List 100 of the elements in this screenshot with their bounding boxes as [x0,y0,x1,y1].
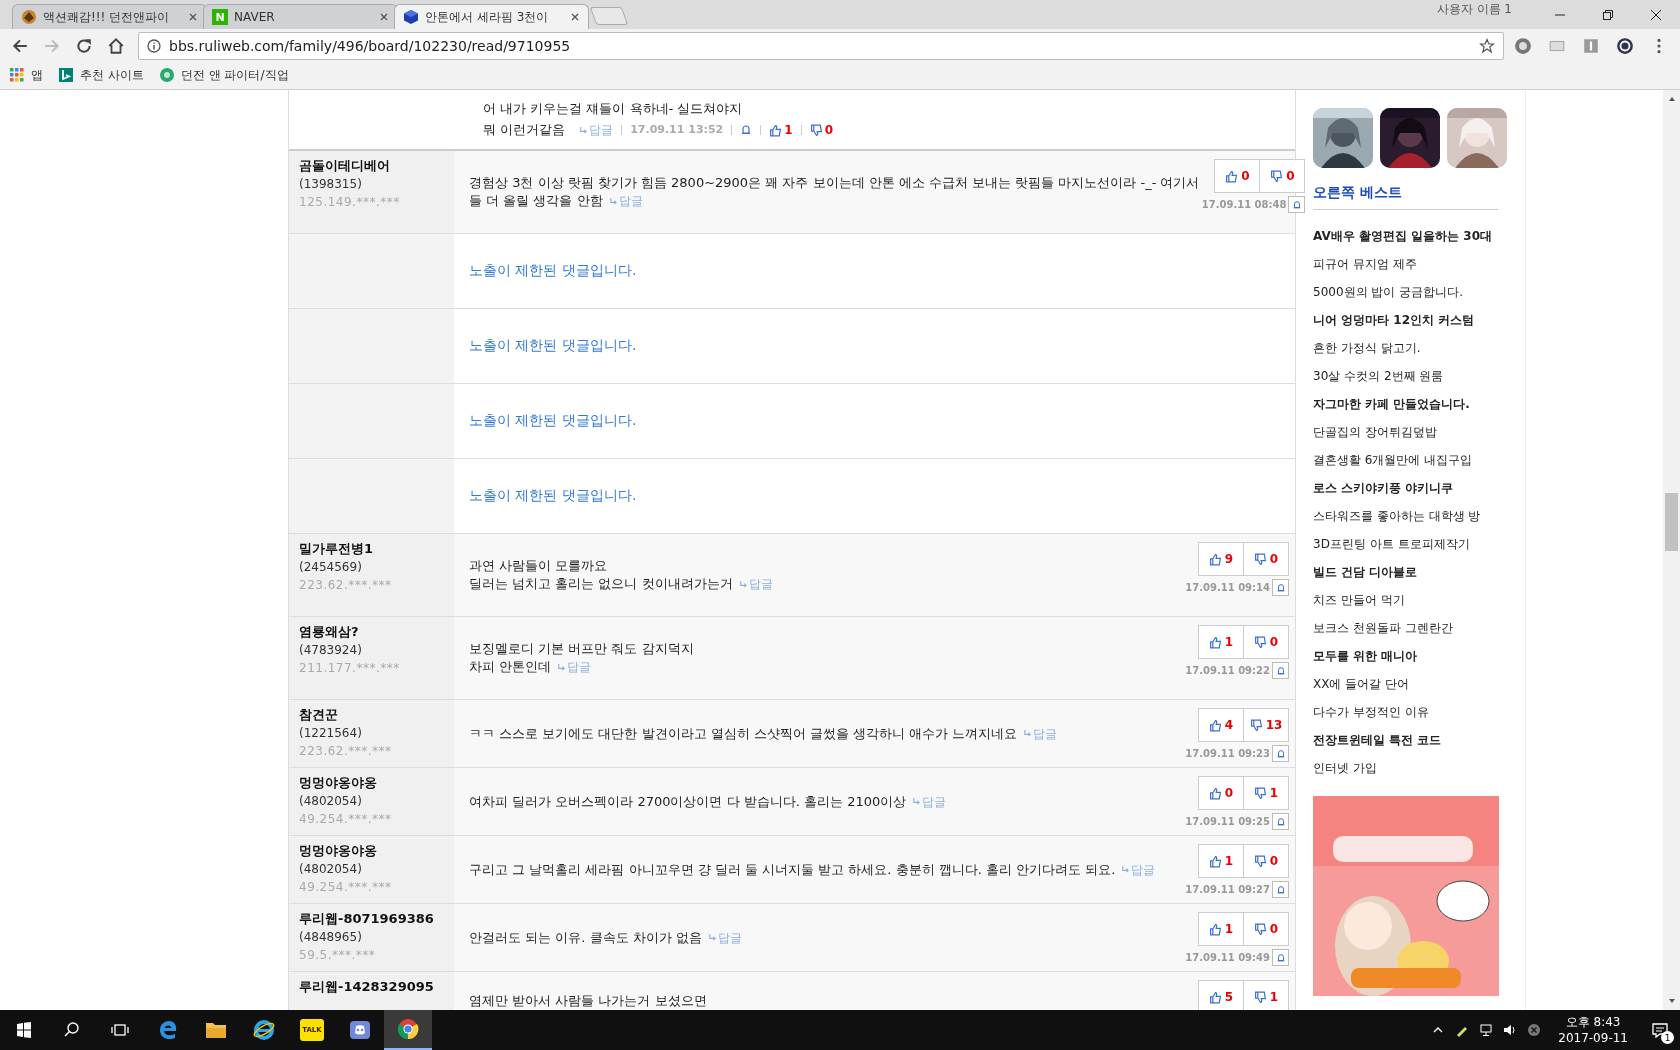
scrollbar-thumb[interactable] [1665,493,1678,551]
report-button[interactable] [1272,579,1289,596]
address-bar[interactable]: bbs.ruliweb.com/family/496/board/102230/read/9710955 [138,32,1504,60]
author-name[interactable]: 멍멍야옹야옹 [299,774,444,792]
comment-text: 차피 안톤인데 [469,658,552,676]
back-icon[interactable] [11,37,29,55]
comment-text: 여차피 딜러가 오버스펙이라 2700이상이면 다 받습니다. 홀리는 2100이상 [469,792,907,811]
best-post-link[interactable]: 모두를 위한 매니아 [1313,642,1525,670]
best-post-link[interactable]: 스타워즈를 좋아하는 대학생 방 [1313,502,1525,530]
report-button[interactable] [1272,745,1289,762]
best-post-link[interactable]: 자그마한 카페 만들었습니다. [1313,390,1525,418]
thumbs-down-icon [1253,854,1267,868]
best-post-link[interactable]: 니어 엉덩마타 12인치 커스텀 [1313,306,1525,334]
comment-date: 17.09.11 09:14 [1185,582,1270,593]
best-post-link[interactable]: 30살 수컷의 2번째 원룸 [1313,362,1525,390]
author-name[interactable]: 밀가루전병1 [299,540,444,558]
reply-arrow-icon [707,933,717,942]
reply-arrow-icon [1023,729,1033,738]
browser-tab[interactable]: 안톤에서 세라핌 3천이 [394,4,589,29]
best-post-link[interactable]: 단골집의 장어튀김덮밥 [1313,418,1525,446]
home-icon[interactable] [107,37,125,55]
browser-tab[interactable]: N NAVER [203,4,398,29]
best-post-link[interactable]: 5000원의 밥이 궁금합니다. [1313,278,1525,306]
notification-icon[interactable] [1651,1021,1669,1039]
report-button[interactable] [1272,881,1289,898]
comment-date: 17.09.11 09:49 [1185,952,1270,963]
best-post-link[interactable]: XX에 들어갈 단어 [1313,670,1525,698]
bing-icon[interactable] [59,68,73,82]
upvote-button[interactable]: 1 [1198,844,1244,878]
upvote-button[interactable]: 1 [769,121,793,139]
downvote-button[interactable]: 0 [1243,912,1289,946]
best-post-link[interactable]: 빌드 건담 디아블로 [1313,558,1525,586]
bookmark-link[interactable]: 앱 [31,66,43,84]
author-name[interactable]: 염룡왜삼? [299,623,444,641]
info-icon[interactable] [147,39,161,53]
bookmark-link[interactable]: 추천 사이트 [80,66,144,84]
restore-icon[interactable] [1602,8,1614,21]
downvote-button[interactable]: 0 [809,121,833,139]
best-post-link[interactable]: 치즈 만들어 먹기 [1313,586,1525,614]
downvote-button[interactable]: 0 [1243,844,1289,878]
user-name[interactable]: 사용자 이름 1 [1436,1,1512,18]
author-name[interactable]: 참견꾼 [299,706,444,724]
taskbar-app[interactable] [384,1010,432,1050]
windows-icon[interactable] [14,1020,34,1040]
best-post-link[interactable]: 전장트윈테일 특전 코드 [1313,726,1525,754]
extension-icon[interactable] [1616,37,1634,55]
volume-icon[interactable] [1503,1023,1518,1037]
report-button[interactable] [1272,662,1289,679]
best-post-link[interactable]: 흔한 가정식 닭고기. [1313,334,1525,362]
downvote-button[interactable]: 13 [1243,708,1289,742]
member-number: (1221564) [299,725,363,742]
upvote-button[interactable]: 5 [1198,980,1244,1010]
apps-grid-icon[interactable] [10,68,24,82]
upvote-button[interactable]: 1 [1198,912,1244,946]
url-text: bbs.ruliweb.com/family/496/board/102230/read/9710955 [169,38,571,54]
best-post-link[interactable]: 3D프린팅 아트 트로피제작기 [1313,530,1525,558]
bell-icon [1275,665,1286,676]
author-name[interactable]: 루리웹-8071969386 [299,910,444,928]
clock-time[interactable]: 오후 8:43 [1565,1014,1621,1030]
report-button[interactable] [1272,813,1289,830]
best-post-link[interactable]: 로스 스키야키풍 야키니쿠 [1313,474,1525,502]
best-post-link[interactable]: AV배우 촬영편집 일을하는 30대 [1313,222,1525,250]
best-post-link[interactable]: 보크스 천원돌파 그렌란간 [1313,614,1525,642]
close-circle-icon[interactable] [1527,1023,1542,1037]
report-button[interactable] [1288,196,1306,213]
naver-icon: N [212,9,228,25]
upvote-button[interactable]: 0 [1214,159,1261,193]
best-post-link[interactable]: 인터넷 가입 [1313,754,1525,782]
thumbs-up-icon [1208,718,1222,732]
reload-icon[interactable] [75,37,93,55]
report-button[interactable] [1272,949,1289,966]
author-name[interactable]: 곰돌이테디베어 [299,157,444,175]
member-number: (4783924) [299,642,363,659]
upvote-button[interactable]: 4 [1198,708,1244,742]
close-icon[interactable] [570,12,580,22]
downvote-button[interactable]: 1 [1243,776,1289,810]
ip-address: 49.254.***.*** [299,879,393,896]
downvote-button[interactable]: 1 [1243,980,1289,1010]
upvote-button[interactable]: 0 [1198,776,1244,810]
bell-icon[interactable] [740,124,753,136]
downvote-button[interactable]: 0 [1259,159,1306,193]
clock-date[interactable]: 2017-09-11 [1558,1030,1628,1046]
author-name[interactable]: 멍멍야옹야옹 [299,842,444,860]
tab-title: 안톤에서 세라핌 3천이 [425,8,550,26]
reply-arrow-icon [738,579,748,589]
upvote-button[interactable]: 9 [1198,542,1244,576]
bookmark-link[interactable]: 던전 앤 파이터/직업 [180,66,289,84]
downvote-button[interactable]: 0 [1243,625,1289,659]
upvote-button[interactable]: 1 [1198,625,1244,659]
network-icon[interactable] [1479,1023,1494,1037]
best-post-link[interactable]: 다수가 부정적인 이유 [1313,698,1525,726]
downvote-button[interactable]: 0 [1243,542,1289,576]
close-icon[interactable] [1650,8,1662,21]
best-post-link[interactable]: 피규어 뮤지엄 제주 [1313,250,1525,278]
best-post-link[interactable]: 결혼생활 6개월만에 내집구입 [1313,446,1525,474]
tab-title: NAVER [234,10,276,24]
star-icon[interactable] [1479,38,1495,54]
member-number: (4802054) [299,793,363,810]
ie-icon [252,1018,276,1042]
bell-icon [1275,952,1286,963]
